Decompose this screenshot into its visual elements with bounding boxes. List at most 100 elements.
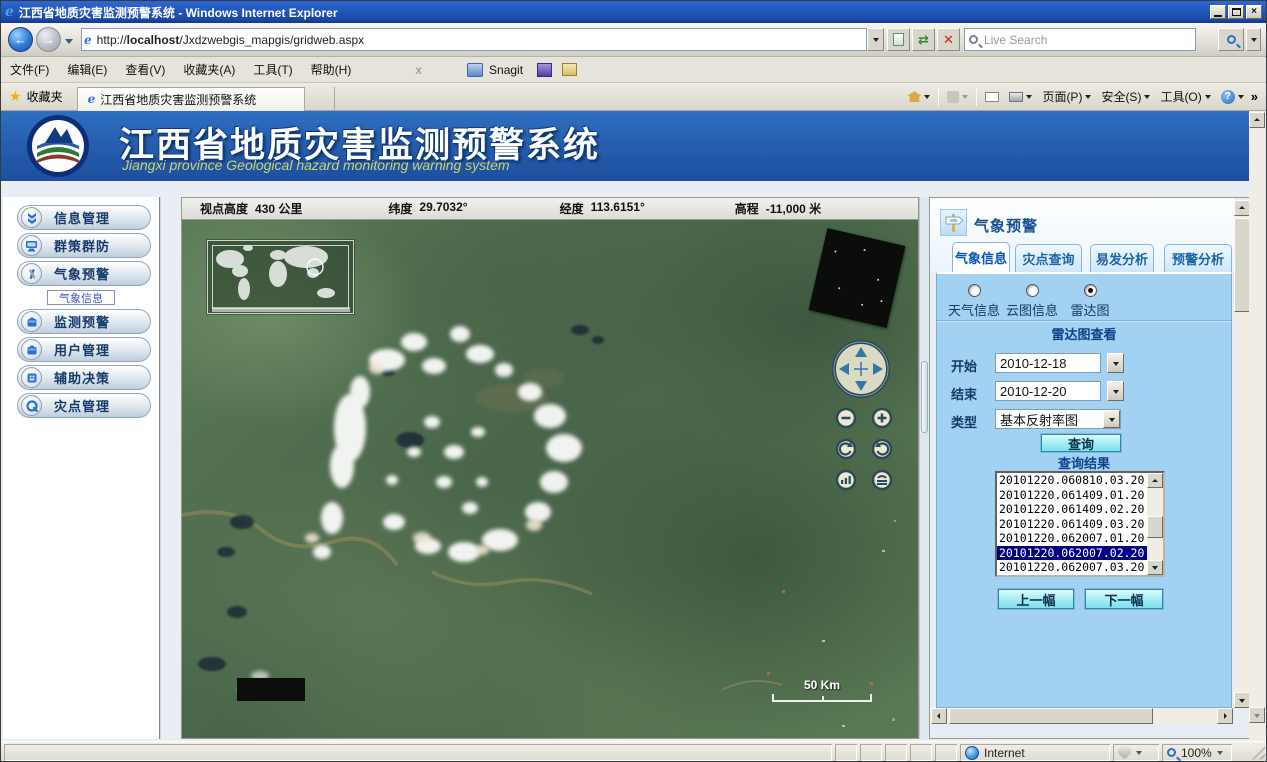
tilt-down-button[interactable]	[871, 469, 893, 491]
sidebar-item-weather-warning[interactable]: 气象预警	[17, 261, 151, 286]
tab-warning-analysis[interactable]: 预警分析	[1164, 244, 1232, 272]
home-button[interactable]	[902, 91, 935, 102]
tools-menu[interactable]: 工具(O)	[1155, 88, 1215, 105]
menu-favorites[interactable]: 收藏夹(A)	[174, 58, 244, 81]
sidebar-item-hazard-management[interactable]: 灾点管理	[17, 393, 151, 418]
listbox-scroll-down[interactable]	[1147, 560, 1163, 575]
forward-button[interactable]: →	[36, 27, 61, 52]
type-dropdown-button[interactable]	[1103, 410, 1120, 428]
panel-splitter[interactable]	[919, 197, 929, 739]
panel-scroll-down[interactable]	[1234, 692, 1250, 708]
panel-hscroll-thumb[interactable]	[949, 708, 1153, 724]
panel-scroll-up[interactable]	[1234, 200, 1250, 216]
splitter-handle[interactable]	[921, 361, 928, 433]
tilt-up-button[interactable]	[835, 469, 857, 491]
panel-vertical-scrollbar[interactable]	[1234, 200, 1250, 708]
help-button[interactable]: ?	[1216, 90, 1249, 104]
radio-icon[interactable]	[1084, 284, 1097, 297]
radio-radar-image[interactable]: 雷达图	[1061, 284, 1119, 319]
listbox-scroll-thumb[interactable]	[1147, 516, 1163, 538]
zoom-control[interactable]: 100%	[1162, 744, 1232, 761]
next-image-button[interactable]: 下一幅	[1085, 589, 1163, 609]
resize-grip[interactable]	[1251, 746, 1265, 760]
listbox-scrollbar[interactable]	[1147, 473, 1163, 575]
feeds-button[interactable]	[942, 91, 973, 103]
address-dropdown[interactable]	[867, 28, 884, 51]
snagit-label[interactable]: Snagit	[489, 63, 523, 77]
safety-menu[interactable]: 安全(S)	[1096, 88, 1155, 105]
type-select[interactable]: 基本反射率图	[995, 409, 1121, 429]
panel-horizontal-scrollbar[interactable]	[930, 708, 1234, 724]
listbox-scroll-up[interactable]	[1147, 473, 1163, 488]
rotate-cw-button[interactable]	[835, 438, 857, 460]
end-date-select[interactable]: 2010-12-20	[995, 381, 1101, 401]
menu-view[interactable]: 查看(V)	[116, 58, 174, 81]
tab-susceptibility-analysis[interactable]: 易发分析	[1090, 244, 1154, 272]
tab-weather-info[interactable]: 气象信息	[952, 242, 1010, 272]
page-menu[interactable]: 页面(P)	[1037, 88, 1096, 105]
print-button[interactable]	[1004, 91, 1037, 102]
sidebar-item-decision-support[interactable]: 辅助决策	[17, 365, 151, 390]
page-scroll-up[interactable]	[1249, 112, 1265, 128]
page-scrollbar[interactable]	[1249, 111, 1266, 741]
panel-scroll-left[interactable]	[931, 708, 947, 724]
address-bar[interactable]: e http://localhost/Jxdzwebgis_mapgis/gri…	[81, 28, 867, 51]
menu-edit[interactable]: 编辑(E)	[58, 58, 116, 81]
result-item[interactable]: 20101220.061409.02.20.	[997, 502, 1147, 517]
result-item[interactable]: 20101220.062007.03.20.	[997, 560, 1147, 575]
radio-icon[interactable]	[968, 284, 981, 297]
radio-cloud-image[interactable]: 云图信息	[1003, 284, 1061, 319]
start-date-dropdown-button[interactable]	[1107, 353, 1124, 373]
result-item[interactable]: 20101220.061409.01.20.	[997, 488, 1147, 503]
sidebar-item-group-prevention[interactable]: 群策群防	[17, 233, 151, 258]
query-button[interactable]: 查询	[1041, 434, 1121, 452]
favorites-button[interactable]: 收藏夹	[27, 88, 63, 105]
read-mail-button[interactable]	[980, 92, 1004, 102]
result-item[interactable]: 20101220.060810.03.20.	[997, 473, 1147, 488]
maximize-button[interactable]	[1228, 5, 1244, 19]
recent-pages-dropdown[interactable]	[65, 35, 73, 53]
new-tab-stub[interactable]	[305, 87, 335, 111]
compatibility-view-button[interactable]	[887, 28, 910, 51]
menu-help[interactable]: 帮助(H)	[302, 58, 361, 81]
page-tab[interactable]: e 江西省地质灾害监测预警系统	[77, 87, 305, 111]
page-scroll-down[interactable]	[1249, 707, 1265, 723]
map-viewport[interactable]: 50 Km	[181, 219, 919, 739]
close-button[interactable]: ×	[1246, 5, 1262, 19]
minimize-button[interactable]	[1210, 5, 1226, 19]
result-item[interactable]: 20101220.062007.01.20.	[997, 531, 1147, 546]
result-item[interactable]: 20101220.062007.02.20.	[997, 546, 1149, 561]
end-date-dropdown-button[interactable]	[1107, 381, 1124, 401]
zoom-in-button[interactable]	[871, 407, 893, 429]
menu-tools[interactable]: 工具(T)	[244, 58, 301, 81]
panel-scroll-right[interactable]	[1217, 708, 1233, 724]
sidebar-item-user-management[interactable]: 用户管理	[17, 337, 151, 362]
sidebar-item-monitor-warning[interactable]: 监测预警	[17, 309, 151, 334]
tab-hazard-query[interactable]: 灾点查询	[1015, 244, 1082, 272]
toolbar-close-icon[interactable]: x	[415, 63, 422, 77]
result-item[interactable]: 20101220.061409.03.20.	[997, 517, 1147, 532]
back-button[interactable]: ←	[8, 27, 33, 52]
search-go-button[interactable]	[1218, 28, 1244, 51]
pan-control[interactable]	[831, 339, 891, 399]
stop-button[interactable]: ✕	[937, 28, 960, 51]
previous-image-button[interactable]: 上一幅	[998, 589, 1074, 609]
refresh-button[interactable]: ⇄	[912, 28, 935, 51]
sidebar-subitem-weather-info[interactable]: 气象信息	[47, 290, 115, 305]
sidebar-item-info-management[interactable]: 信息管理	[17, 205, 151, 230]
menu-file[interactable]: 文件(F)	[1, 58, 58, 81]
snagit-editor-icon[interactable]	[562, 63, 577, 76]
overview-world-map[interactable]	[207, 240, 354, 314]
panel-scroll-thumb[interactable]	[1234, 218, 1250, 312]
protected-mode-indicator[interactable]	[1113, 744, 1159, 761]
radio-icon[interactable]	[1026, 284, 1039, 297]
zoom-out-button[interactable]	[835, 407, 857, 429]
results-listbox[interactable]: 20101220.060810.03.20. 20101220.061409.0…	[995, 471, 1165, 577]
search-options-dropdown[interactable]	[1246, 28, 1261, 51]
start-date-select[interactable]: 2010-12-18	[995, 353, 1101, 373]
overflow-chevron-icon[interactable]: »	[1249, 89, 1266, 104]
search-input[interactable]: Live Search	[964, 28, 1196, 51]
rotate-ccw-button[interactable]	[871, 438, 893, 460]
snagit-capture-icon[interactable]	[537, 63, 552, 77]
radio-weather-info[interactable]: 天气信息	[945, 284, 1003, 319]
